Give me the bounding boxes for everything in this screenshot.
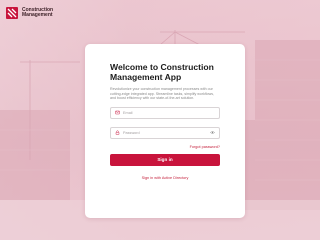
eye-icon[interactable] (210, 130, 215, 135)
lock-icon (115, 130, 120, 136)
brand-logo[interactable]: Construction Management (6, 7, 62, 19)
mail-icon (115, 111, 120, 115)
page-title: Welcome to Construction Management App (110, 62, 214, 82)
login-card: Welcome to Construction Management App R… (85, 44, 245, 218)
brand-logo-icon (6, 7, 18, 19)
password-input[interactable] (123, 128, 207, 137)
app-description: Revolutionize your construction manageme… (110, 87, 215, 101)
email-field[interactable] (110, 106, 220, 119)
brand-name: Construction Management (22, 7, 62, 19)
sign-in-button[interactable]: Sign in (110, 153, 220, 166)
forgot-password-link[interactable]: Forgot password? (110, 145, 220, 149)
active-directory-signin-link[interactable]: Sign in with Active Directory (110, 176, 220, 180)
password-field[interactable] (110, 126, 220, 139)
email-input[interactable] (123, 108, 213, 117)
brand-name-line2: Management (22, 12, 53, 18)
